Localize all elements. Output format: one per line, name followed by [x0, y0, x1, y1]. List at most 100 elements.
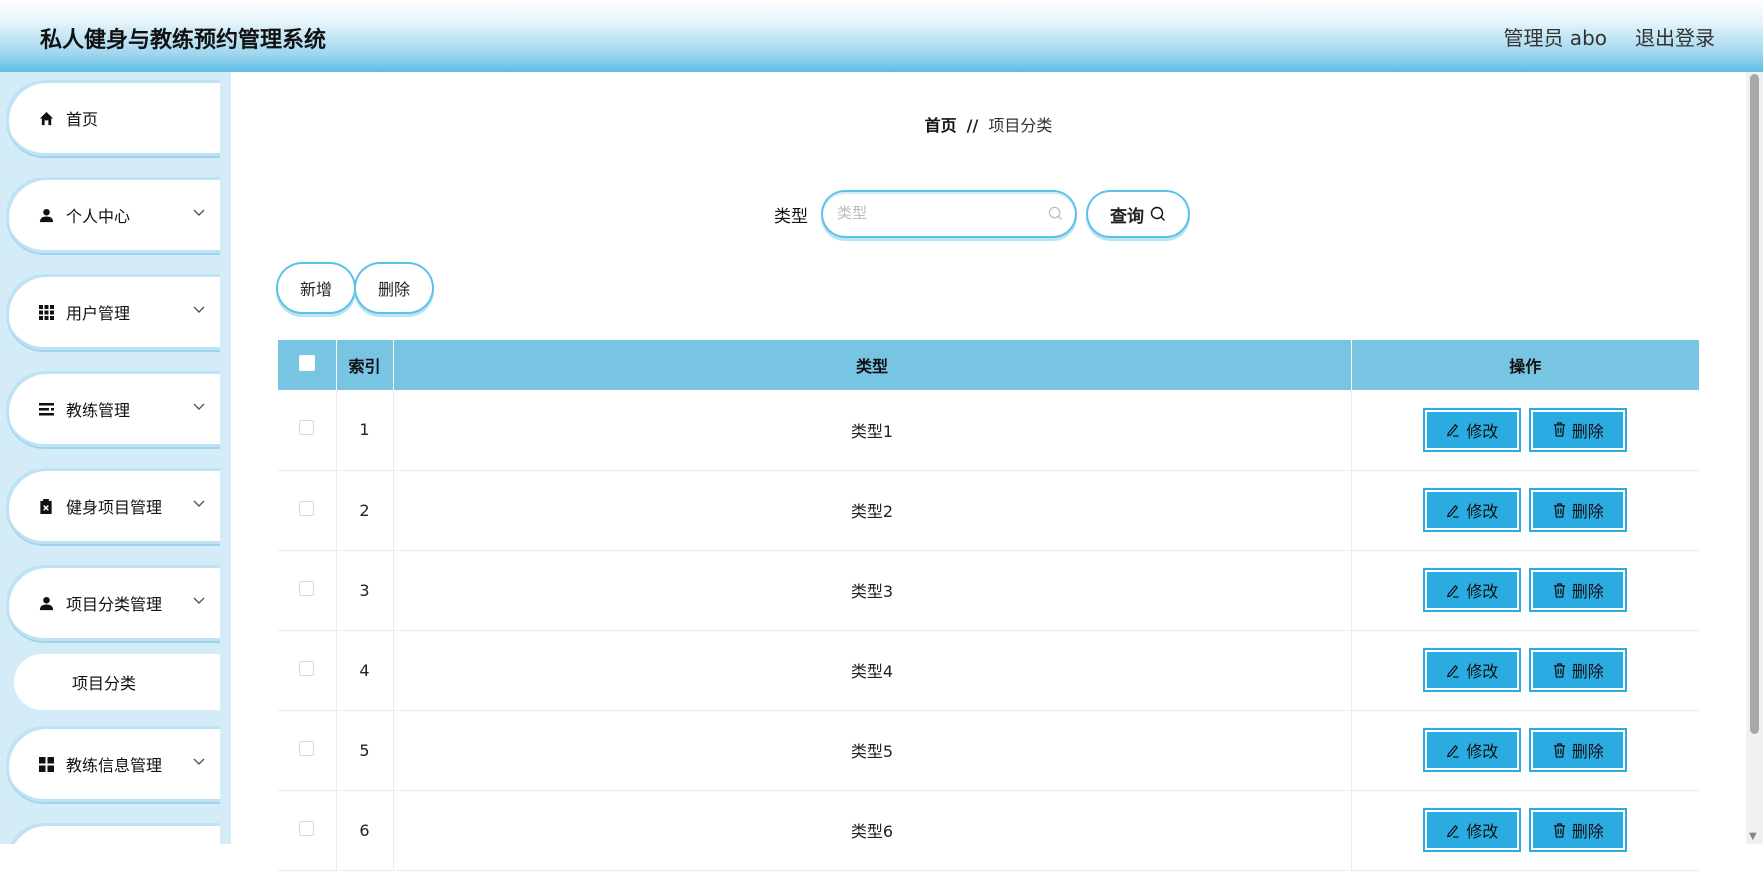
search-icon	[1048, 206, 1063, 221]
breadcrumb: 首页 // 项目分类	[231, 112, 1746, 136]
row-actions: 修改 删除	[1351, 790, 1699, 870]
row-actions: 修改 删除	[1351, 390, 1699, 470]
user-icon	[38, 207, 54, 223]
trash-icon	[1553, 662, 1565, 678]
edit-button[interactable]: 修改	[1423, 488, 1522, 532]
query-button[interactable]: 查询	[1088, 192, 1188, 236]
row-type: 类型5	[393, 710, 1352, 790]
row-type: 类型1	[393, 390, 1352, 470]
add-button[interactable]: 新增	[278, 264, 354, 312]
sidebar: 首页 个人中心 用户管理 教练管理 健身项目管理 项目分类管理 项目分类 教练信…	[0, 72, 231, 844]
sidebar-item-label: 用户管理	[66, 304, 131, 323]
sidebar-item-coach-management[interactable]: 教练管理	[6, 371, 220, 447]
logout-link[interactable]: 退出登录	[1635, 22, 1715, 51]
delete-button[interactable]: 删除	[1529, 728, 1628, 772]
sidebar-item-more[interactable]	[6, 823, 220, 844]
delete-button[interactable]: 删除	[1529, 568, 1628, 612]
edit-icon	[1447, 504, 1459, 518]
row-index: 1	[336, 390, 394, 470]
chevron-down-icon	[193, 403, 205, 410]
list-icon	[38, 401, 54, 417]
delete-button[interactable]: 删除	[1529, 488, 1628, 532]
delete-button-label: 删除	[1571, 742, 1604, 761]
search-box	[823, 192, 1075, 236]
row-index: 2	[336, 470, 394, 550]
sidebar-item-home[interactable]: 首页	[6, 80, 220, 156]
breadcrumb-home[interactable]: 首页	[925, 116, 957, 135]
row-checkbox[interactable]	[299, 420, 315, 436]
app-title: 私人健身与教练预约管理系统	[40, 28, 327, 53]
row-select-cell	[278, 710, 337, 790]
main-content: 首页 // 项目分类 类型 查询 新增 删除 索引 类型 操作	[231, 72, 1746, 870]
page-scrollbar[interactable]: ▼	[1746, 72, 1763, 844]
delete-button-label: 删除	[1571, 822, 1604, 841]
edit-icon	[1447, 664, 1459, 678]
row-select-cell	[278, 390, 337, 470]
row-checkbox[interactable]	[299, 580, 315, 596]
row-type: 类型6	[393, 790, 1352, 870]
sidebar-item-personal-center[interactable]: 个人中心	[6, 177, 220, 253]
sidebar-item-project-category-management[interactable]: 项目分类管理	[6, 565, 220, 641]
table-header-row: 索引 类型 操作	[278, 340, 1699, 390]
row-checkbox[interactable]	[299, 500, 315, 516]
scroll-down-arrow-icon[interactable]: ▼	[1749, 831, 1757, 842]
app-header: 私人健身与教练预约管理系统 管理员 abo 退出登录	[0, 0, 1763, 72]
chevron-down-icon	[193, 306, 205, 313]
breadcrumb-current: 项目分类	[988, 116, 1053, 135]
edit-button-label: 修改	[1466, 582, 1499, 601]
sidebar-item-user-management[interactable]: 用户管理	[6, 274, 220, 350]
table-row: 2 类型2 修改 删除	[278, 470, 1699, 550]
table-row: 6 类型6 修改 删除	[278, 790, 1699, 870]
table-row: 4 类型4 修改 删除	[278, 630, 1699, 710]
row-select-cell	[278, 470, 337, 550]
delete-button[interactable]: 删除	[1529, 808, 1628, 852]
edit-button[interactable]: 修改	[1423, 728, 1522, 772]
delete-button-label: 删除	[1571, 502, 1604, 521]
sidebar-subitem-project-category[interactable]: 项目分类	[14, 654, 220, 710]
chevron-down-icon	[193, 209, 205, 216]
edit-button-label: 修改	[1466, 502, 1499, 521]
scrollbar-thumb[interactable]	[1750, 74, 1759, 734]
edit-button[interactable]: 修改	[1423, 568, 1522, 612]
delete-button-label: 删除	[1571, 421, 1604, 441]
row-checkbox[interactable]	[299, 740, 315, 756]
current-user[interactable]: 管理员 abo	[1503, 22, 1607, 51]
clipboard-icon	[38, 498, 54, 514]
edit-button[interactable]: 修改	[1423, 648, 1522, 692]
delete-button[interactable]: 删除	[1529, 648, 1628, 692]
row-actions: 修改 删除	[1351, 470, 1699, 550]
edit-button[interactable]: 修改	[1423, 808, 1522, 852]
row-checkbox[interactable]	[299, 820, 315, 836]
edit-icon	[1447, 824, 1459, 838]
delete-button[interactable]: 删除	[1529, 407, 1628, 452]
sidebar-item-fitness-project-management[interactable]: 健身项目管理	[6, 468, 220, 544]
row-index: 5	[336, 710, 394, 790]
breadcrumb-separator: //	[966, 116, 979, 135]
row-index: 4	[336, 630, 394, 710]
row-type: 类型2	[393, 470, 1352, 550]
edit-button-label: 修改	[1466, 742, 1499, 761]
select-all-checkbox[interactable]	[298, 355, 315, 371]
row-checkbox[interactable]	[299, 660, 315, 676]
search-bar: 类型 查询	[231, 188, 1746, 238]
row-index: 3	[336, 550, 394, 630]
batch-delete-button[interactable]: 删除	[356, 264, 432, 312]
select-all-cell	[278, 340, 337, 390]
sidebar-item-coach-info-management[interactable]: 教练信息管理	[6, 726, 220, 802]
column-header-index: 索引	[336, 340, 394, 390]
table-row: 5 类型5 修改 删除	[278, 710, 1699, 790]
trash-icon	[1553, 742, 1565, 758]
delete-button-label: 删除	[1571, 662, 1604, 681]
edit-button[interactable]: 修改	[1423, 407, 1522, 452]
search-icon	[1150, 206, 1165, 221]
sidebar-item-label: 健身项目管理	[66, 498, 163, 517]
row-select-cell	[278, 550, 337, 630]
trash-icon	[1553, 822, 1565, 838]
trash-icon	[1553, 502, 1565, 518]
table-row: 3 类型3 修改 删除	[278, 550, 1699, 630]
header-user-area: 管理员 abo 退出登录	[1503, 22, 1715, 51]
row-type: 类型4	[393, 630, 1352, 710]
sidebar-item-label: 首页	[66, 110, 99, 129]
type-search-input[interactable]	[837, 200, 1037, 226]
category-table: 索引 类型 操作 1 类型1 修改 删除 2 类型2 修改 删除 3 类型3 修改 删除 4 类型4 修改删…	[278, 340, 1699, 871]
